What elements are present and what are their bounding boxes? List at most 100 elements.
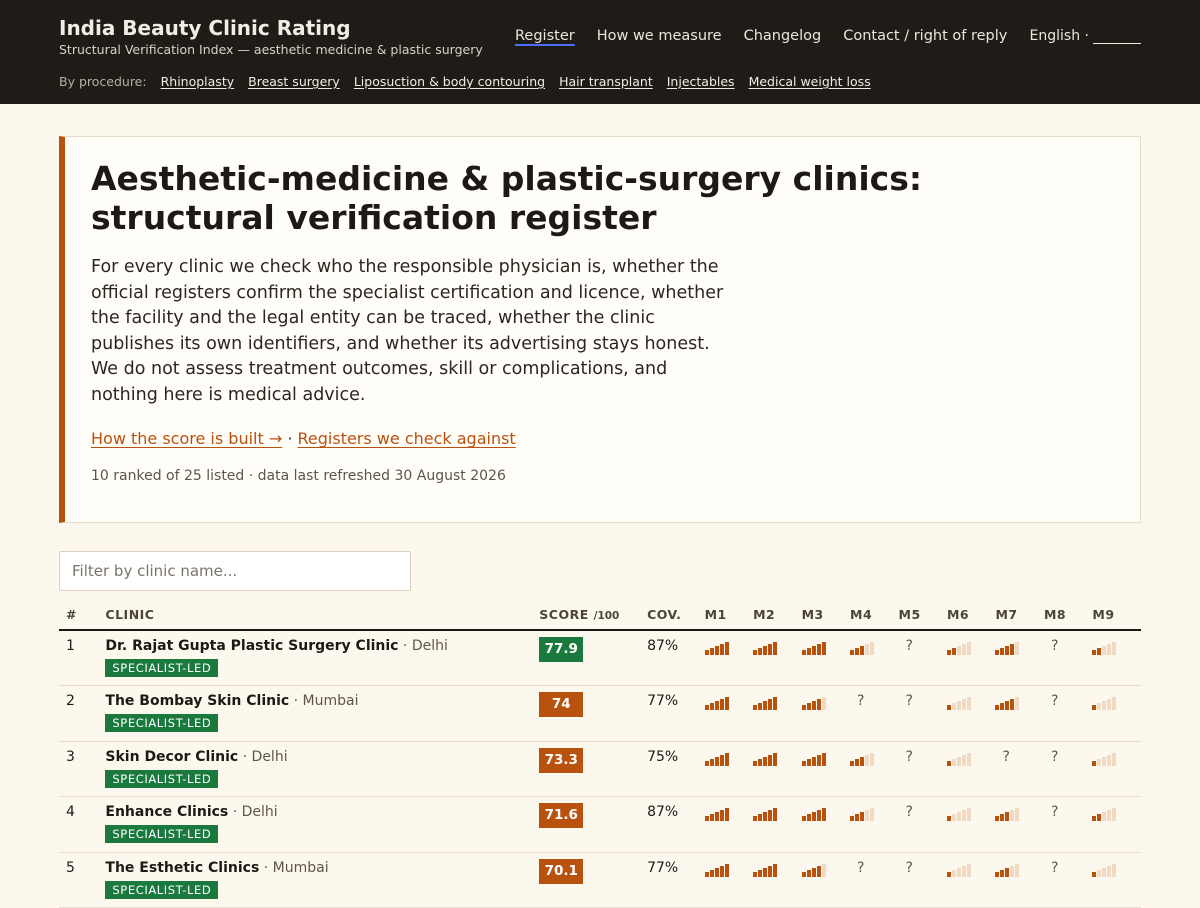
- clinic-name[interactable]: Skin Decor Clinic: [105, 749, 238, 765]
- metric-bar: [1107, 865, 1112, 877]
- metric-bar: [758, 869, 763, 877]
- col-m2[interactable]: M2: [753, 600, 802, 631]
- metric-bar: [704, 871, 709, 877]
- metric-cell: [850, 741, 899, 797]
- metric-cell: ?: [850, 685, 899, 742]
- col-m7[interactable]: M7: [995, 600, 1044, 631]
- clinic-cell: The Esthetic Clinics · Mumbai SPECIALIST-…: [105, 852, 540, 908]
- metric-bar: [763, 867, 768, 877]
- metric-bars: [704, 863, 729, 877]
- col-m8[interactable]: M8: [1043, 600, 1093, 631]
- link-separator: ·: [282, 429, 298, 448]
- metric-bar: [1092, 650, 1097, 655]
- score-cell: 70.1: [539, 852, 648, 908]
- metric-bar: [865, 810, 870, 821]
- clinic-name[interactable]: Dr. Rajat Gupta Plastic Surgery Clinic: [105, 638, 398, 654]
- nav-changelog[interactable]: Changelog: [744, 28, 822, 44]
- metric-bar: [714, 701, 719, 710]
- metric-bar: [850, 816, 855, 821]
- col-score-unit: /100: [593, 610, 620, 622]
- metric-bar: [1097, 814, 1102, 821]
- specialist-badge: SPECIALIST-LED: [105, 880, 219, 899]
- procedure-weight-loss[interactable]: Medical weight loss: [749, 74, 871, 89]
- metric-bar: [811, 756, 816, 766]
- nav-register[interactable]: Register: [515, 28, 575, 44]
- metric-bar: [995, 705, 1000, 710]
- table-row[interactable]: 3 Skin Decor Clinic · Delhi SPECIALIST-LED…: [59, 741, 1141, 797]
- metric-bar: [966, 863, 971, 877]
- metric-bar: [724, 752, 729, 766]
- col-m6[interactable]: M6: [946, 600, 996, 631]
- metric-bars: [946, 641, 971, 655]
- table-row[interactable]: 1 Dr. Rajat Gupta Plastic Surgery Clinic …: [59, 630, 1141, 686]
- procedure-breast-surgery[interactable]: Breast surgery: [248, 74, 340, 89]
- table-row[interactable]: 2 The Bombay Skin Clinic · Mumbai SPECIALI…: [59, 685, 1141, 742]
- metric-bar: [1005, 812, 1010, 821]
- metric-bar: [816, 754, 821, 766]
- procedure-rhinoplasty[interactable]: Rhinoplasty: [161, 74, 235, 89]
- metric-bar: [768, 754, 773, 766]
- row-rank: 3: [59, 741, 106, 797]
- metric-bar: [860, 812, 865, 821]
- metric-cell: [753, 741, 802, 797]
- metric-bar: [860, 646, 865, 655]
- metric-bar: [719, 644, 724, 655]
- registers-link[interactable]: Registers we check against: [298, 429, 516, 448]
- procedure-injectables[interactable]: Injectables: [667, 74, 735, 89]
- metric-bars: [753, 696, 778, 710]
- col-m3[interactable]: M3: [801, 600, 851, 631]
- col-m9[interactable]: M9: [1092, 600, 1141, 631]
- metric-cell: ?: [898, 685, 947, 742]
- metric-bar: [966, 697, 971, 710]
- metric-unknown: ?: [857, 693, 865, 709]
- metric-cell: [946, 852, 996, 908]
- clinic-name[interactable]: The Esthetic Clinics: [105, 860, 259, 876]
- col-m4[interactable]: M4: [850, 600, 899, 631]
- clinic-name[interactable]: The Bombay Skin Clinic: [105, 693, 289, 709]
- coverage-cell: 87%: [647, 796, 705, 853]
- metric-unknown: ?: [1050, 859, 1059, 876]
- metric-bar: [951, 648, 956, 655]
- metric-bar: [946, 650, 951, 655]
- nav-how-we-measure[interactable]: How we measure: [597, 28, 722, 44]
- table-row[interactable]: 5 The Esthetic Clinics · Mumbai SPECIALIST…: [59, 852, 1141, 908]
- clinic-city: · Delhi: [398, 638, 448, 654]
- table-row[interactable]: 4 Enhance Clinics · Delhi SPECIALIST-LED 71…: [59, 796, 1141, 853]
- procedure-liposuction[interactable]: Liposuction & body contouring: [354, 74, 545, 89]
- metric-bars: [801, 807, 826, 821]
- metric-bar: [704, 705, 709, 710]
- col-m1[interactable]: M1: [704, 600, 754, 631]
- metric-bar: [1000, 814, 1005, 821]
- metric-bars: [1092, 641, 1117, 655]
- metric-bar: [1000, 869, 1005, 877]
- metric-bar: [768, 865, 773, 877]
- metric-bar: [966, 752, 971, 766]
- col-score[interactable]: SCORE /100: [539, 600, 648, 631]
- metric-bar: [811, 867, 816, 877]
- language-selector[interactable]: English ·: [1030, 28, 1141, 44]
- main-nav: Register How we measure Changelog Contac…: [515, 28, 1007, 44]
- coverage-cell: 87%: [647, 630, 705, 686]
- metric-bar: [956, 756, 961, 766]
- clinic-city: · Mumbai: [289, 693, 359, 709]
- procedure-hair-transplant[interactable]: Hair transplant: [559, 74, 653, 89]
- col-m5[interactable]: M5: [898, 600, 947, 631]
- score-method-link[interactable]: How the score is built →: [91, 429, 282, 448]
- metric-bars: [1092, 752, 1117, 766]
- metric-bar: [1092, 816, 1097, 821]
- score-badge: 70.1: [539, 858, 584, 884]
- score-cell: 77.9: [539, 630, 648, 686]
- metric-bar: [1107, 699, 1112, 710]
- col-clinic[interactable]: CLINIC: [105, 600, 540, 631]
- col-coverage[interactable]: COV.: [647, 600, 705, 631]
- clinic-filter-input[interactable]: [59, 551, 411, 591]
- metric-bars: [946, 696, 971, 710]
- nav-contact[interactable]: Contact / right of reply: [843, 28, 1007, 44]
- metric-bar: [995, 650, 1000, 655]
- metric-bar: [763, 701, 768, 710]
- metric-bar: [714, 867, 719, 877]
- clinic-name[interactable]: Enhance Clinics: [105, 804, 228, 820]
- specialist-badge: SPECIALIST-LED: [105, 825, 219, 843]
- page-title: Aesthetic-medicine & plastic-surgery cli…: [91, 159, 923, 237]
- metric-bar: [1010, 644, 1015, 655]
